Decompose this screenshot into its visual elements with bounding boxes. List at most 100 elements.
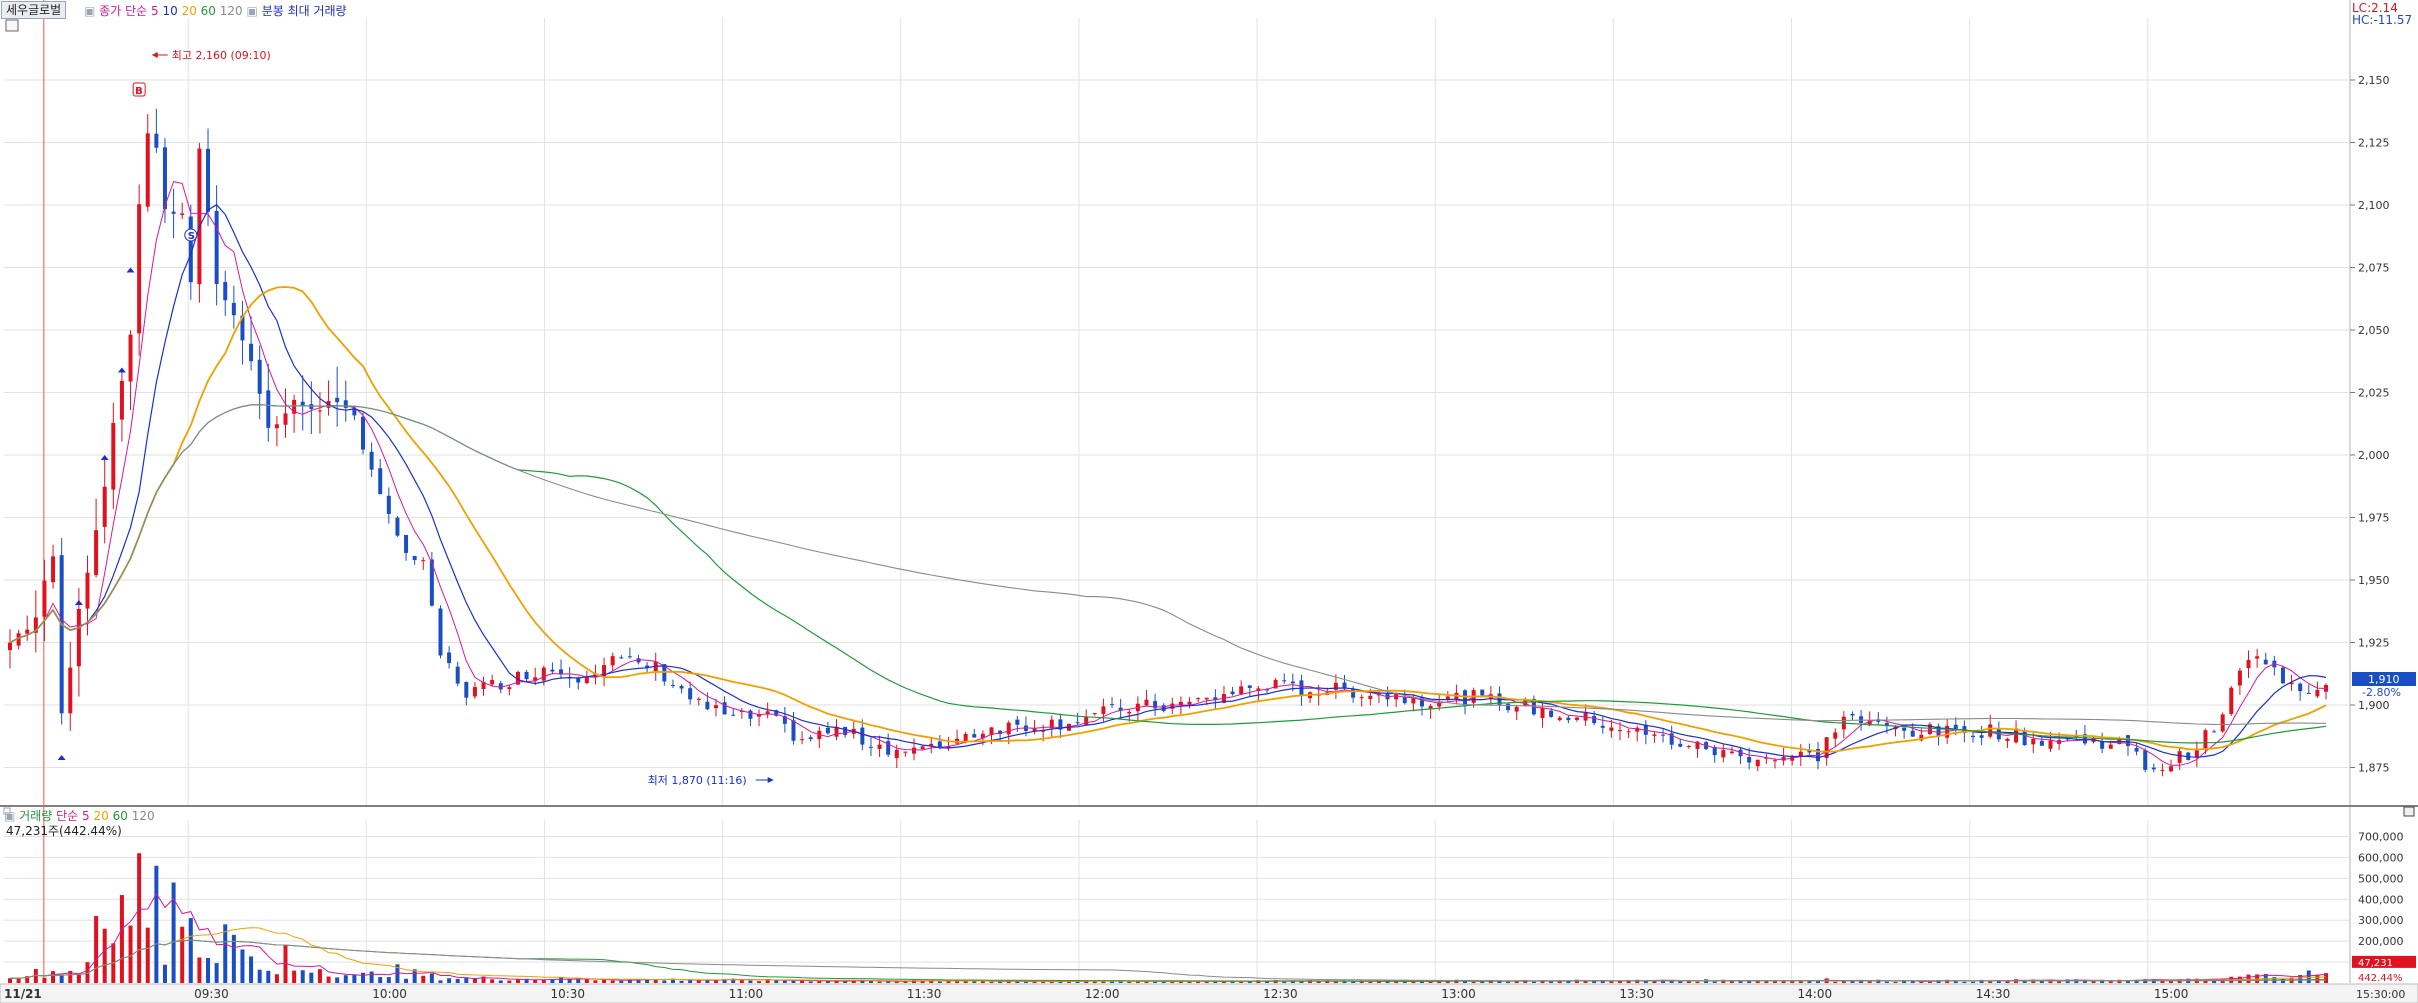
volume-bar	[128, 925, 133, 983]
candle-body	[85, 572, 90, 609]
candle-body	[619, 657, 624, 659]
volume-bar	[1738, 981, 1743, 983]
candle-body	[274, 424, 279, 429]
candle-body	[455, 666, 460, 684]
last-volume-label: 47,231	[2358, 958, 2393, 969]
ma-60-label: 60	[200, 4, 216, 18]
sell-marker-label: S	[188, 231, 195, 242]
stock-chart[interactable]: 1,875 1,900 1,925 1,950 1,975 2,000 2,025 2,050…	[0, 0, 2418, 1003]
candle-body	[2298, 683, 2303, 692]
candle-body	[490, 680, 495, 685]
candle-body	[860, 727, 865, 745]
candle-body	[2212, 731, 2217, 733]
candle-body	[1979, 735, 1984, 738]
volume-bar	[2057, 981, 2062, 983]
last-change-label: -2.80%	[2362, 686, 2401, 699]
volume-bar	[937, 981, 942, 983]
volume-bar	[567, 979, 572, 983]
candle-body	[68, 667, 73, 714]
candle-body	[2177, 751, 2182, 763]
candle-body	[1290, 681, 1295, 684]
volume-bar	[1023, 981, 1028, 983]
price-tick-label: 1,950	[2358, 574, 2390, 587]
candle-body	[2203, 730, 2208, 749]
candle-body	[1368, 695, 1373, 700]
minute-max-volume-label: 분봉 최대 거래량	[261, 4, 347, 18]
volume-bar	[2108, 981, 2113, 983]
volume-bar	[223, 924, 228, 983]
volume-tick-label: 400,000	[2358, 893, 2404, 906]
volume-bar	[886, 981, 891, 983]
candle-body	[2194, 750, 2199, 758]
candle-body	[894, 749, 899, 759]
candle-body	[1006, 722, 1011, 735]
candle-body	[748, 710, 753, 719]
candle-body	[2048, 740, 2053, 749]
candle-body	[145, 133, 150, 207]
candle-body	[223, 282, 228, 301]
candle-body	[94, 530, 99, 576]
candle-body	[2031, 739, 2036, 745]
volume-bar	[774, 980, 779, 983]
candle-body	[249, 343, 254, 362]
vma-120-label: 120	[131, 809, 155, 823]
candle-body	[2143, 750, 2148, 770]
candle-body	[2263, 659, 2268, 665]
candle-body	[731, 714, 736, 716]
last-volume-pct-label: 442.44%	[2358, 973, 2403, 984]
volume-bar	[1747, 981, 1752, 983]
candle-body	[1247, 685, 1252, 688]
candle-body	[1910, 730, 1915, 737]
volume-tick-label: 600,000	[2358, 851, 2404, 864]
candle-body	[1592, 715, 1597, 724]
volume-bar	[197, 957, 202, 983]
candle-body	[162, 147, 167, 210]
candle-body	[300, 401, 305, 406]
volume-tick-label: 200,000	[2358, 935, 2404, 948]
candle-body	[1574, 717, 1579, 720]
volume-bar	[162, 964, 167, 983]
candle-body	[404, 535, 409, 553]
volume-bar	[2306, 970, 2311, 983]
volume-bar	[1351, 981, 1356, 983]
volume-bar	[1127, 981, 1132, 983]
candle-body	[412, 556, 417, 561]
volume-bar	[102, 928, 107, 983]
volume-bar	[171, 882, 176, 983]
volume-value-line: 47,231주(442.44%)	[6, 824, 122, 838]
candle-body	[421, 560, 426, 562]
volume-bar	[989, 981, 994, 983]
candle-body	[1110, 704, 1115, 706]
candle-body	[1755, 759, 1760, 767]
volume-bar	[257, 969, 262, 983]
volume-bar	[447, 978, 452, 983]
candle-body	[2169, 766, 2174, 772]
volume-bar	[188, 918, 193, 983]
candle-body	[1953, 724, 1958, 729]
time-tick-label: 13:00	[1441, 987, 1476, 1001]
volume-bar	[619, 980, 624, 983]
volume-bar	[145, 927, 150, 983]
candle-body	[825, 727, 830, 734]
volume-bar	[360, 972, 365, 983]
candle-body	[1626, 731, 1631, 733]
volume-bar	[231, 934, 236, 983]
stock-name-tab[interactable]: 세우글로벌	[1, 1, 67, 19]
volume-bar	[59, 975, 64, 983]
price-legend-prefix: 종가 단순	[99, 4, 148, 18]
volume-bar	[610, 980, 615, 983]
candle-body	[1833, 732, 1838, 739]
price-tick-label: 1,925	[2358, 637, 2390, 650]
vma-5-label: 5	[82, 809, 90, 823]
volume-bar	[300, 970, 305, 983]
candle-body	[2306, 693, 2311, 695]
candle-body	[447, 652, 452, 664]
candle-body	[111, 422, 116, 490]
volume-bar	[2091, 981, 2096, 983]
candle-body	[1196, 698, 1201, 700]
volume-bar	[980, 981, 985, 983]
candle-body	[843, 726, 848, 736]
price-tick-label: 2,000	[2358, 449, 2390, 462]
volume-bar	[757, 981, 762, 983]
date-label: 11/21	[4, 987, 42, 1001]
